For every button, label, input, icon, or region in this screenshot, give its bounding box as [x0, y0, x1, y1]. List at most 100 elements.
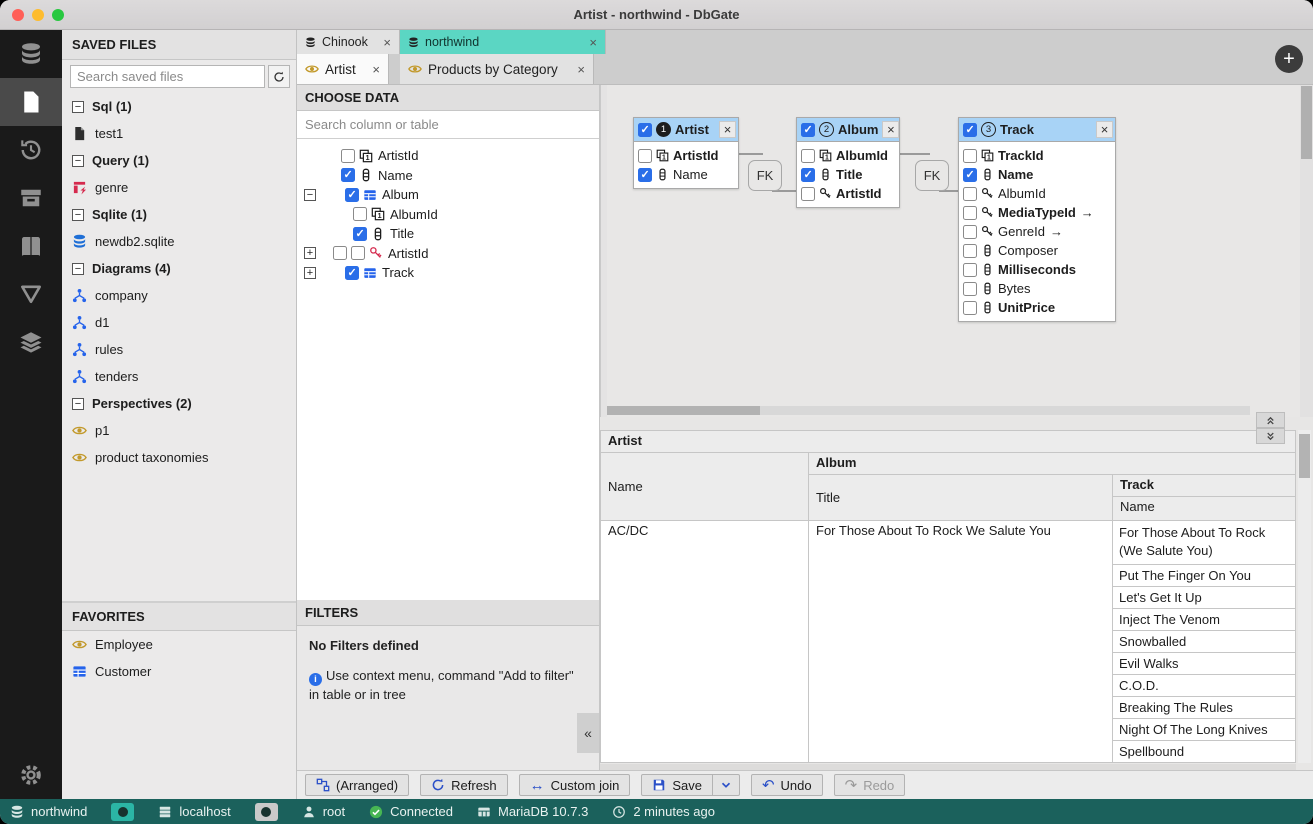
grid-cell-artist-name[interactable]: AC/DC	[600, 520, 809, 763]
database-tab-northwind[interactable]: northwind×	[400, 30, 606, 54]
grid-header-track[interactable]: Track	[1112, 474, 1296, 497]
checkbox[interactable]	[638, 149, 652, 163]
activity-bar-item-history[interactable]	[0, 126, 62, 174]
collapse-icon[interactable]: −	[304, 189, 316, 201]
activity-bar-item-archive[interactable]	[0, 174, 62, 222]
choose-data-search-input[interactable]	[297, 111, 599, 139]
saved-files-item[interactable]: company	[62, 282, 296, 309]
saved-files-item[interactable]: p1	[62, 417, 296, 444]
expand-icon[interactable]: +	[304, 247, 316, 259]
grid-header-track-name[interactable]: Name	[1112, 496, 1296, 521]
saved-files-group[interactable]: −Query (1)	[62, 147, 296, 174]
reference-arrow-icon[interactable]: →	[1081, 205, 1094, 220]
choose-data-row-artistid[interactable]: +ArtistId	[297, 244, 599, 264]
close-node-button[interactable]: ×	[882, 121, 899, 138]
checkbox[interactable]	[963, 282, 977, 296]
saved-files-item[interactable]: genre	[62, 174, 296, 201]
activity-bar-item-settings[interactable]	[0, 751, 62, 799]
close-tab-icon[interactable]: ×	[383, 36, 391, 49]
checkbox[interactable]	[963, 187, 977, 201]
node-column-composer[interactable]: Composer	[959, 241, 1115, 260]
collapse-panel-button[interactable]: «	[577, 713, 599, 753]
add-tab-button[interactable]: +	[1275, 45, 1303, 73]
activity-bar-item-filter[interactable]	[0, 270, 62, 318]
node-column-bytes[interactable]: Bytes	[959, 279, 1115, 298]
checkbox[interactable]	[333, 246, 347, 260]
node-column-title[interactable]: Title	[797, 165, 899, 184]
node-column-name[interactable]: Name	[959, 165, 1115, 184]
close-tab-icon[interactable]: ×	[589, 36, 597, 49]
checkbox[interactable]	[341, 149, 355, 163]
checkbox[interactable]	[963, 168, 977, 182]
collapse-icon[interactable]: −	[72, 155, 84, 167]
save-button[interactable]: Save	[641, 774, 713, 796]
saved-files-item[interactable]: test1	[62, 120, 296, 147]
checkbox[interactable]	[638, 123, 652, 137]
node-column-genreid[interactable]: GenreId→	[959, 222, 1115, 241]
checkbox[interactable]	[801, 123, 815, 137]
checkbox[interactable]	[963, 263, 977, 277]
status-user[interactable]: root	[302, 804, 345, 819]
saved-files-group[interactable]: −Sqlite (1)	[62, 201, 296, 228]
status-server[interactable]: localhost	[158, 804, 230, 819]
checkbox[interactable]	[963, 206, 977, 220]
reference-arrow-icon[interactable]: →	[1050, 224, 1063, 239]
grid-cell-track-name[interactable]: Evil Walks	[1113, 653, 1295, 675]
panel-splitter[interactable]	[600, 85, 607, 417]
node-header[interactable]: 1Artist×	[634, 118, 738, 142]
checkbox[interactable]	[963, 123, 977, 137]
checkbox[interactable]	[351, 246, 365, 260]
close-tab-icon[interactable]: ×	[372, 63, 380, 76]
arranged-button[interactable]: (Arranged)	[305, 774, 409, 796]
checkbox[interactable]	[801, 187, 815, 201]
choose-data-row-artistid[interactable]: 1ArtistId	[297, 146, 599, 166]
node-column-trackid[interactable]: 1TrackId	[959, 146, 1115, 165]
status-database[interactable]: northwind	[10, 804, 87, 819]
grid-cell-track-name[interactable]: Inject The Venom	[1113, 609, 1295, 631]
grid-band-artist[interactable]: Artist	[600, 430, 1296, 453]
save-dropdown-button[interactable]	[713, 774, 740, 796]
minimize-window-button[interactable]	[32, 9, 44, 21]
undo-button[interactable]: ↶Undo	[751, 774, 823, 796]
node-column-mediatypeid[interactable]: MediaTypeId→	[959, 203, 1115, 222]
close-window-button[interactable]	[12, 9, 24, 21]
choose-data-row-title[interactable]: Title	[297, 224, 599, 244]
favorites-item[interactable]: Customer	[62, 658, 296, 685]
checkbox[interactable]	[345, 266, 359, 280]
grid-cell-track-name[interactable]: C.O.D.	[1113, 675, 1295, 697]
fk-join-badge[interactable]: FK	[915, 160, 949, 191]
grid-cell-track-name[interactable]: Night Of The Long Knives	[1113, 719, 1295, 741]
node-column-name[interactable]: Name	[634, 165, 738, 184]
grid-cell-album-title[interactable]: For Those About To Rock We Salute You	[808, 520, 1113, 763]
status-server-color[interactable]	[255, 803, 278, 821]
scrollbar-thumb[interactable]	[1301, 86, 1312, 159]
checkbox[interactable]	[353, 207, 367, 221]
node-column-unitprice[interactable]: UnitPrice	[959, 298, 1115, 317]
expand-designer-button[interactable]	[1256, 412, 1285, 428]
checkbox[interactable]	[341, 168, 355, 182]
status-last-refresh[interactable]: 2 minutes ago	[612, 804, 715, 819]
choose-data-row-track[interactable]: +Track	[297, 263, 599, 283]
scrollbar-thumb[interactable]	[1299, 434, 1310, 478]
saved-files-group[interactable]: −Sql (1)	[62, 93, 296, 120]
favorites-item[interactable]: Employee	[62, 631, 296, 658]
grid-horizontal-scrollbar[interactable]	[600, 764, 1296, 770]
node-column-milliseconds[interactable]: Milliseconds	[959, 260, 1115, 279]
fk-join-badge[interactable]: FK	[748, 160, 782, 191]
grid-header-album[interactable]: Album	[808, 452, 1296, 475]
checkbox[interactable]	[801, 168, 815, 182]
activity-bar-item-favorites[interactable]	[0, 222, 62, 270]
collapse-icon[interactable]: −	[72, 398, 84, 410]
checkbox[interactable]	[353, 227, 367, 241]
collapse-icon[interactable]: −	[72, 101, 84, 113]
choose-data-row-album[interactable]: −Album	[297, 185, 599, 205]
checkbox[interactable]	[963, 301, 977, 315]
status-connection-color[interactable]	[111, 803, 134, 821]
choose-data-row-name[interactable]: Name	[297, 166, 599, 186]
zoom-window-button[interactable]	[52, 9, 64, 21]
saved-files-item[interactable]: d1	[62, 309, 296, 336]
grid-cell-track-name[interactable]: Put The Finger On You	[1113, 565, 1295, 587]
scrollbar-thumb[interactable]	[600, 406, 760, 415]
saved-files-item[interactable]: rules	[62, 336, 296, 363]
expand-grid-button[interactable]	[1256, 428, 1285, 444]
